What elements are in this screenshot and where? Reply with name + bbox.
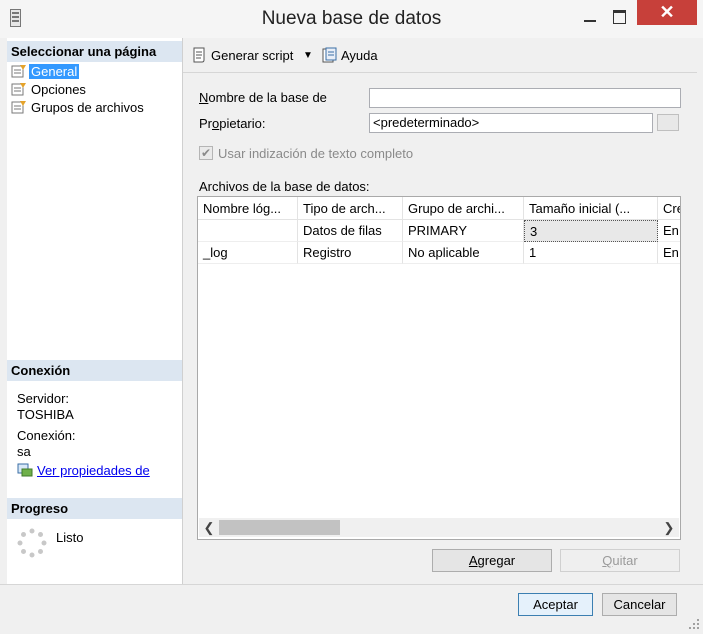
minimize-button[interactable]: [576, 4, 604, 30]
resize-grip-icon[interactable]: [688, 618, 700, 630]
help-button[interactable]: Ayuda: [321, 47, 378, 65]
ok-button[interactable]: Aceptar: [518, 593, 593, 616]
grid-cell[interactable]: [198, 220, 298, 242]
add-button[interactable]: Agregar: [432, 549, 552, 572]
horizontal-scrollbar[interactable]: ❮ ❯: [199, 518, 679, 537]
grid-cell[interactable]: En: [658, 242, 680, 264]
nav-item-label: General: [29, 64, 80, 79]
view-properties-link[interactable]: Ver propiedades de: [37, 463, 150, 478]
owner-label-text: pietario:: [219, 116, 266, 131]
owner-label-pre: Pr: [199, 116, 212, 131]
help-icon: [322, 47, 337, 63]
grid-header-filegroup[interactable]: Grupo de archi...: [403, 197, 524, 220]
grid-cell[interactable]: En: [658, 220, 680, 242]
remove-button[interactable]: Quitar: [560, 549, 680, 572]
select-page-header: Seleccionar una página: [7, 41, 182, 62]
scroll-right-icon[interactable]: ❯: [659, 518, 679, 537]
nav-item-label: Grupos de archivos: [31, 100, 144, 115]
owner-input[interactable]: <predeterminado>: [369, 113, 653, 133]
grid-cell[interactable]: PRIMARY: [403, 220, 524, 242]
maximize-button[interactable]: [606, 4, 634, 30]
close-icon: ✕: [659, 2, 675, 22]
view-connection-properties[interactable]: Ver propiedades de: [17, 463, 150, 478]
connection-value: sa: [17, 444, 31, 459]
grid-cell-selected[interactable]: 3: [524, 220, 658, 242]
remove-button-label: uitar: [612, 553, 638, 568]
db-files-label: Archivos de la base de datos:: [199, 179, 370, 194]
server-label: Servidor:: [17, 391, 70, 406]
grid-cell[interactable]: Registro: [298, 242, 403, 264]
fulltext-checkbox[interactable]: ✔: [199, 146, 213, 160]
grid-header-autogrowth[interactable]: Cre: [658, 197, 680, 220]
db-name-input[interactable]: [369, 88, 681, 108]
grid-header-logical-name[interactable]: Nombre lóg...: [198, 197, 298, 220]
title-bar: Nueva base de datos ✕: [0, 0, 703, 38]
grid-header-initial-size[interactable]: Tamaño inicial (...: [524, 197, 658, 220]
progress-spinner-icon: [17, 528, 47, 558]
owner-label: Propietario:: [199, 116, 265, 131]
toolbar: Generar script ▼ Ayuda: [183, 40, 697, 73]
db-name-label-text: ombre de la base de: [208, 90, 327, 105]
grid-cell[interactable]: Datos de filas: [298, 220, 403, 242]
generate-script-button[interactable]: Generar script: [191, 47, 293, 65]
help-label: Ayuda: [341, 48, 378, 63]
cancel-button[interactable]: Cancelar: [602, 593, 677, 616]
generate-script-label: Generar script: [211, 48, 294, 63]
grid-cell[interactable]: 1: [524, 242, 658, 264]
connection-header: Conexión: [7, 360, 182, 381]
add-button-accel: A: [468, 553, 478, 568]
progress-header: Progreso: [7, 498, 182, 519]
connection-label: Conexión:: [17, 428, 76, 443]
scroll-left-icon[interactable]: ❮: [199, 518, 219, 537]
close-button[interactable]: ✕: [637, 0, 697, 25]
server-value: TOSHIBA: [17, 407, 74, 422]
grid-cell[interactable]: No aplicable: [403, 242, 524, 264]
nav-item-options[interactable]: Opciones: [11, 81, 88, 98]
window-border: [0, 38, 7, 584]
scrollbar-thumb[interactable]: [219, 520, 340, 535]
connection-properties-icon: [17, 463, 33, 477]
db-name-label: Nombre de la base de: [199, 90, 327, 105]
grid-cell[interactable]: _log: [198, 242, 298, 264]
maximize-icon: [613, 10, 626, 24]
nav-item-label: Opciones: [31, 82, 86, 97]
nav-item-general[interactable]: General: [11, 63, 80, 80]
remove-button-accel: Q: [602, 553, 613, 568]
nav-item-filegroups[interactable]: Grupos de archivos: [11, 99, 146, 116]
checkmark-icon: ✔: [200, 146, 212, 160]
settings-page-icon: [11, 101, 26, 114]
progress-status: Listo: [56, 530, 84, 545]
grid-header-file-type[interactable]: Tipo de arch...: [298, 197, 403, 220]
chevron-down-icon: ▼: [303, 50, 313, 61]
minimize-icon: [584, 20, 596, 22]
add-button-label: gregar: [477, 553, 516, 568]
db-files-grid[interactable]: Nombre lóg... Tipo de arch... Grupo de a…: [197, 196, 681, 540]
left-pane: Seleccionar una página General Opciones …: [7, 38, 183, 584]
script-icon: [193, 47, 205, 63]
dialog-footer: [0, 584, 703, 634]
generate-script-dropdown[interactable]: ▼: [303, 47, 313, 65]
settings-page-icon: [11, 65, 26, 78]
browse-owner-button[interactable]: [657, 114, 679, 131]
db-name-label-accel: N: [199, 90, 209, 105]
settings-page-icon: [11, 83, 26, 96]
fulltext-label: Usar indización de texto completo: [218, 146, 414, 161]
